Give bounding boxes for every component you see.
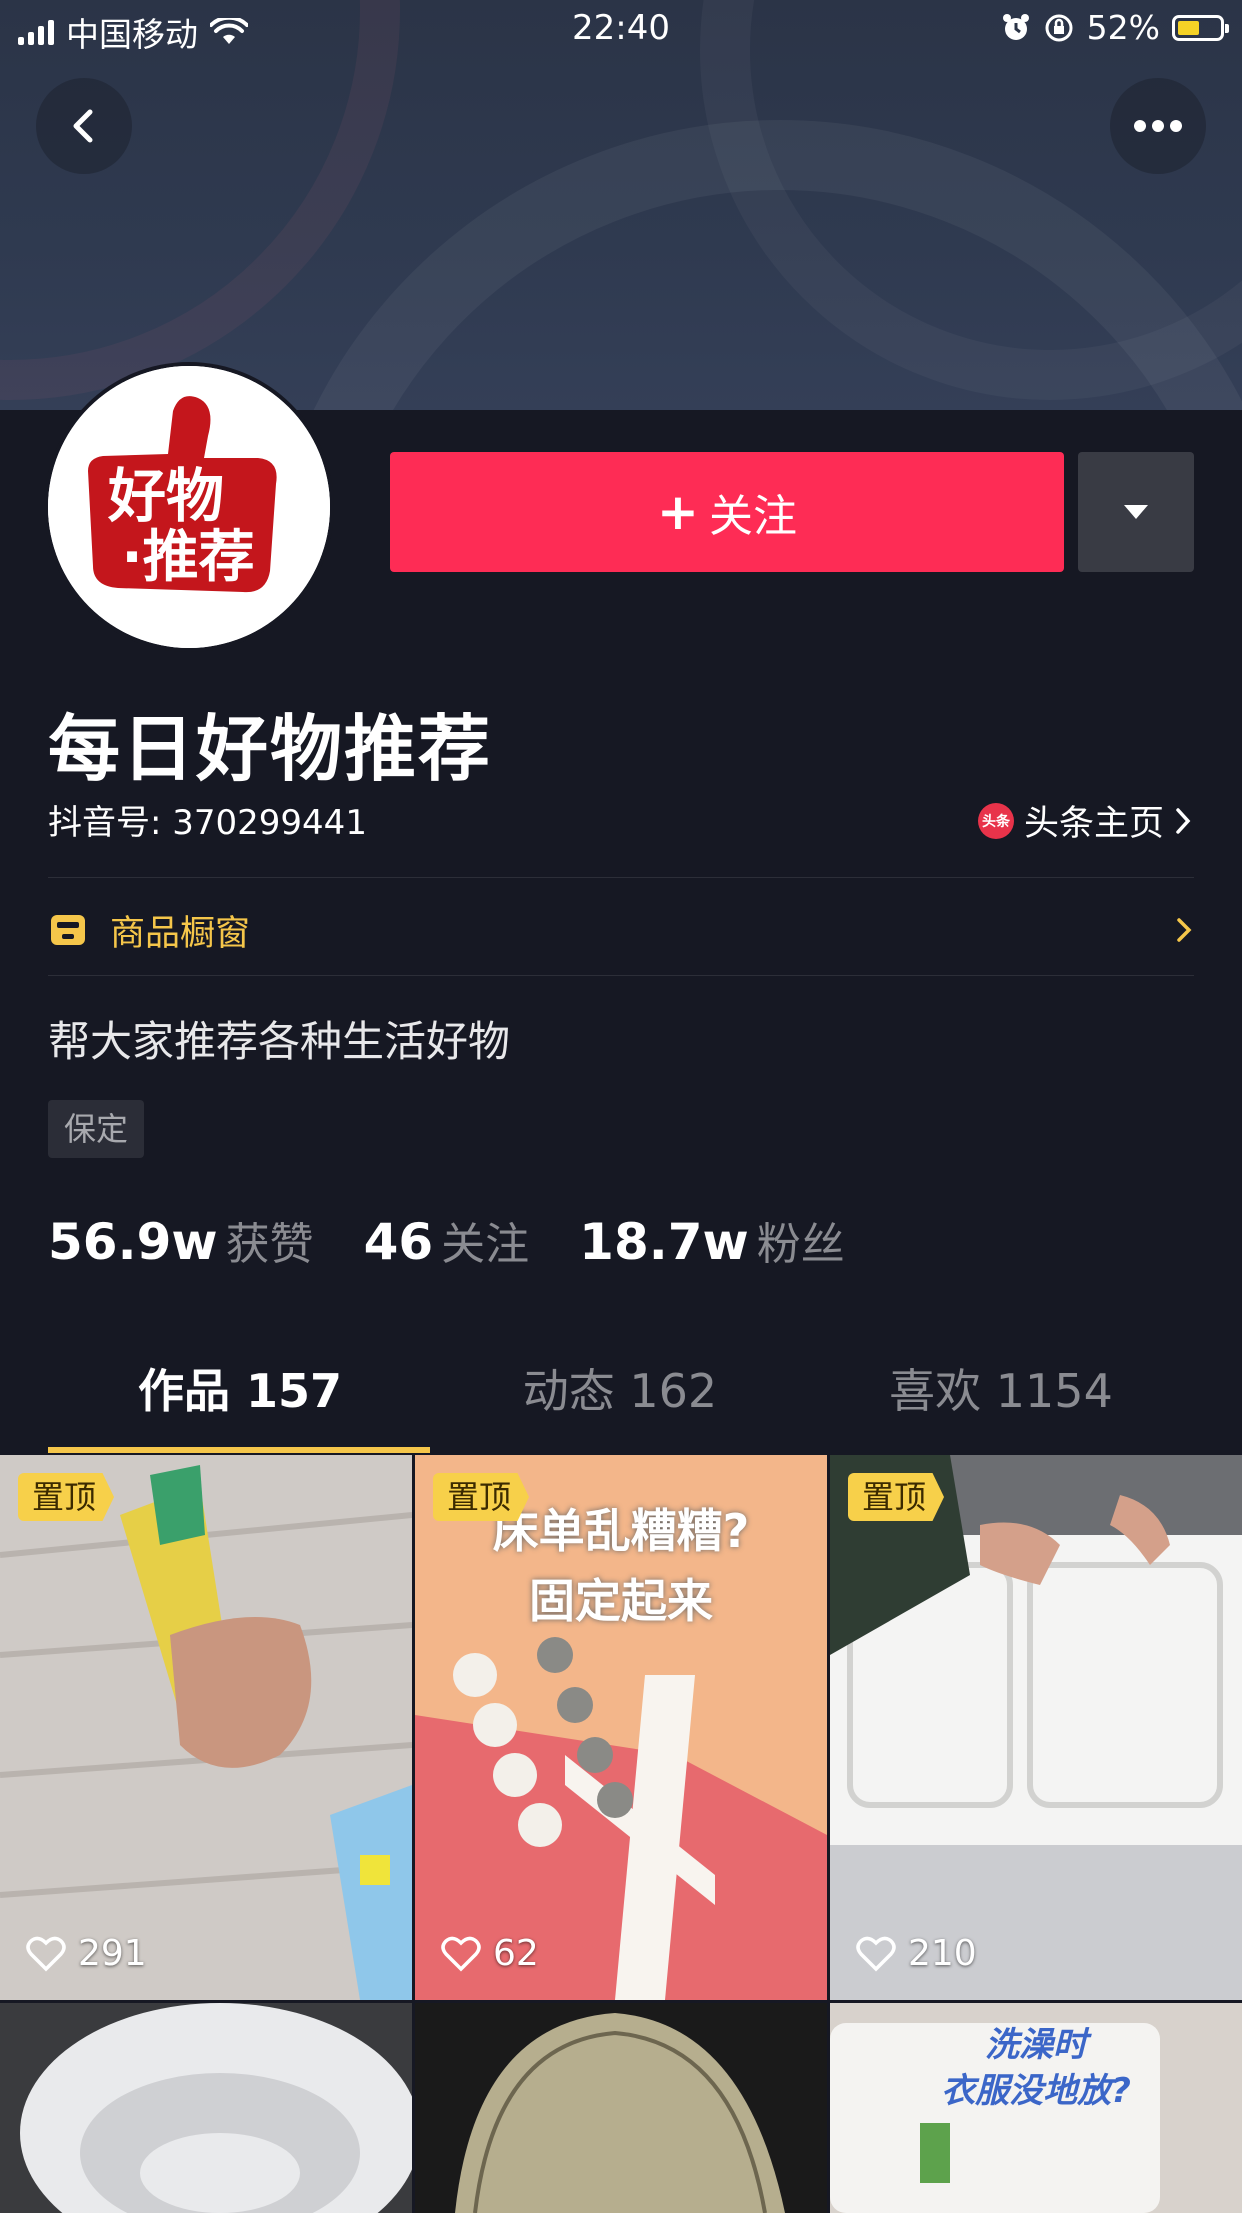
followers-label[interactable]: 粉丝 [757, 1208, 845, 1272]
video-like-count: 210 [856, 1933, 977, 1974]
video-caption: 衣服没地放? [941, 2071, 1131, 2111]
battery-icon [1172, 14, 1229, 41]
rotation-lock-icon [1045, 14, 1073, 41]
tab-activity[interactable]: 动态 162 [480, 1355, 760, 1455]
avatar-logo: 好物 ·推荐 [48, 366, 330, 648]
chevron-right-icon [1176, 807, 1191, 834]
heart-icon [441, 1936, 481, 1971]
tab-indicator [48, 1447, 430, 1453]
avatar[interactable]: 好物 ·推荐 [44, 362, 334, 652]
divider [48, 877, 1194, 878]
shop-window-link[interactable]: 商品橱窗 [48, 905, 1194, 955]
video-thumbnail[interactable] [0, 2003, 412, 2213]
pinned-badge: 置顶 [433, 1473, 530, 1521]
likes-label: 获赞 [225, 1219, 314, 1270]
video-cover-image [830, 1455, 1242, 2000]
heart-icon [856, 1936, 896, 1971]
back-button[interactable] [36, 78, 132, 174]
video-thumbnail[interactable]: 洗澡时 衣服没地放? [830, 2003, 1242, 2213]
svg-text:·推荐: ·推荐 [121, 525, 254, 590]
profile-bio: 帮大家推荐各种生活好物 [48, 1017, 511, 1066]
toutiao-label: 头条主页 [1023, 804, 1164, 844]
video-caption: 固定起来 [529, 1574, 713, 1628]
tab-likes[interactable]: 喜欢 1154 [760, 1355, 1242, 1455]
plus-icon: + [657, 483, 699, 541]
video-thumbnail[interactable] [415, 2003, 827, 2213]
toutiao-homepage-link[interactable]: 头条 头条主页 [977, 795, 1192, 846]
profile-stats: 56.9w 获赞 46 关注 18.7w 粉丝 [48, 1208, 845, 1272]
video-like-count: 62 [441, 1933, 539, 1974]
shop-label: 商品橱窗 [110, 913, 251, 954]
video-thumbnail[interactable]: 床单乱糟糟? 固定起来 置顶 62 [415, 1455, 827, 2000]
caret-down-icon [1124, 505, 1148, 519]
video-cover-image [0, 1455, 412, 2000]
video-thumbnail[interactable]: 置顶 210 [830, 1455, 1242, 2000]
video-cover-image [415, 2003, 827, 2213]
like-count: 291 [78, 1933, 147, 1974]
douyin-id: 抖音号: 370299441 [48, 803, 367, 843]
following-count[interactable]: 46 [364, 1213, 434, 1271]
pinned-badge: 置顶 [18, 1473, 115, 1521]
video-like-count: 291 [26, 1933, 147, 1974]
more-button[interactable] [1110, 78, 1206, 174]
chevron-right-icon [1177, 918, 1192, 942]
status-bar: 中国移动 22:40 52% [0, 0, 1242, 58]
profile-name: 每日好物推荐 [48, 707, 493, 791]
follow-button[interactable]: + 关注 [390, 452, 1064, 572]
heart-icon [26, 1936, 66, 1971]
video-thumbnail[interactable]: 置顶 291 [0, 1455, 412, 2000]
video-caption: 洗澡时 [985, 2025, 1087, 2065]
banner-decoration [0, 0, 400, 400]
location-tag: 保定 [48, 1100, 145, 1158]
profile-banner [0, 0, 1242, 410]
divider [48, 975, 1194, 976]
recommend-dropdown-button[interactable] [1078, 452, 1194, 572]
shop-icon [51, 915, 85, 945]
likes-count: 56.9w [48, 1213, 218, 1271]
pinned-badge: 置顶 [848, 1473, 945, 1521]
like-count: 62 [493, 1933, 539, 1974]
followers-count[interactable]: 18.7w [579, 1213, 749, 1271]
toutiao-icon: 头条 [977, 802, 1014, 839]
following-label[interactable]: 关注 [441, 1208, 529, 1272]
chevron-left-icon [73, 109, 93, 143]
follow-label: 关注 [708, 491, 797, 542]
profile-tabs: 作品 157 动态 162 喜欢 1154 [0, 1355, 1242, 1455]
alarm-icon [1002, 13, 1029, 40]
tab-works[interactable]: 作品 157 [0, 1355, 480, 1455]
like-count: 210 [908, 1933, 977, 1974]
battery-percent: 52% [1086, 8, 1160, 47]
svg-text:好物: 好物 [107, 462, 224, 530]
video-cover-image [0, 2003, 412, 2213]
more-dots-icon [1134, 120, 1182, 132]
